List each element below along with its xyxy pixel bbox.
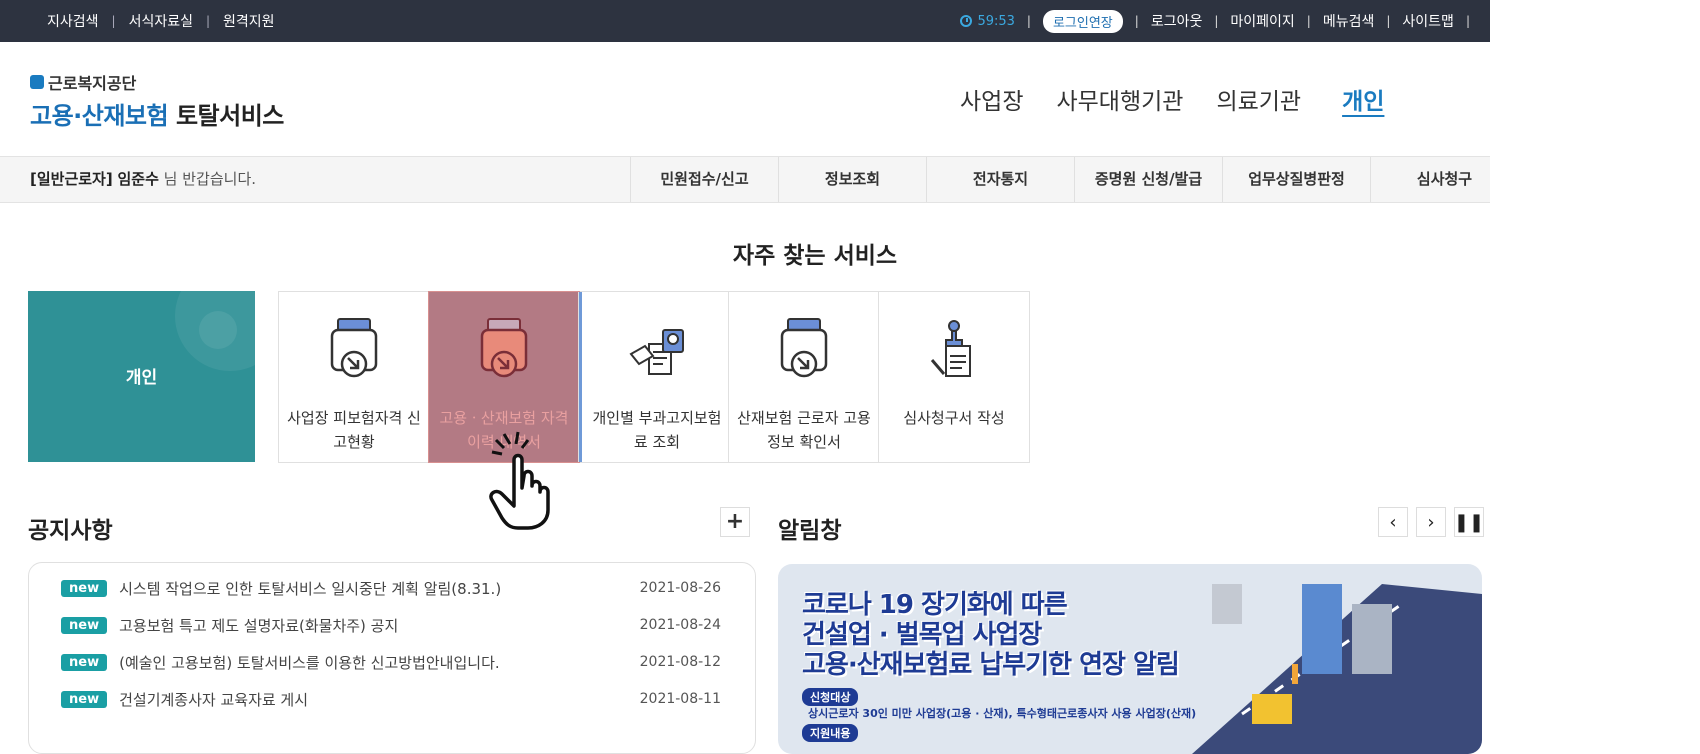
alarm-controls: ‹ › ❚❚	[1370, 507, 1484, 537]
document-search-icon	[629, 329, 684, 375]
service-name-primary: 고용·산재보험	[30, 102, 176, 130]
notice-item[interactable]: new 건설기계종사자 교육자료 게시 2021-08-11	[61, 684, 721, 714]
welcome-suffix: 님 반갑습니다.	[158, 170, 257, 188]
remote-support-link[interactable]: 원격지원	[223, 11, 275, 31]
sub-nav-bar: [일반근로자] 임준수 님 반갑습니다. 민원접수/신고 정보조회 전자통지 증…	[0, 156, 1490, 203]
site-logo[interactable]: 근로복지공단 고용·산재보험 토탈서비스	[30, 70, 284, 131]
banner-badge-target: 신청대상	[802, 688, 859, 706]
welcome-role: [일반근로자]	[30, 170, 113, 188]
inbox-arrow-icon	[480, 318, 528, 378]
inbox-arrow-icon	[780, 318, 828, 378]
construction-illustration	[1192, 584, 1482, 754]
notice-more-button[interactable]: +	[720, 507, 750, 537]
notice-title[interactable]: 건설기계종사자 교육자료 게시	[119, 689, 640, 710]
frequent-services-title: 자주 찾는 서비스	[732, 243, 898, 269]
menu-certificate[interactable]: 증명원 신청/발급	[1074, 157, 1222, 202]
banner-line-3: 고용·산재보험료 납부기한 연장 알림	[802, 650, 1180, 680]
new-badge: new	[61, 653, 108, 671]
service-premium-inquiry[interactable]: 개인별 부과고지보험료 조회	[579, 292, 729, 462]
logout-link[interactable]: 로그아웃	[1151, 11, 1203, 31]
hand-pointer-icon	[489, 431, 550, 530]
session-timer-value: 59:53	[977, 13, 1015, 29]
category-card-label: 개인	[125, 368, 158, 388]
alarm-section-title: 알림창	[778, 518, 842, 544]
notice-date: 2021-08-26	[639, 580, 721, 596]
service-label: 개인별 부과고지보험료 조회	[592, 409, 722, 451]
new-badge: new	[61, 690, 108, 708]
service-name-secondary: 토탈서비스	[175, 102, 284, 130]
service-label: 산재보험 근로자 고용정보 확인서	[737, 409, 871, 451]
gnb-agency[interactable]: 사무대행기관	[1056, 82, 1183, 116]
category-card-individual[interactable]: 개인	[28, 291, 255, 462]
notice-title[interactable]: 시스템 작업으로 인한 토탈서비스 일시중단 계획 알림(8.31.)	[119, 578, 640, 599]
menu-review-request[interactable]: 심사청구	[1370, 157, 1518, 202]
notice-date: 2021-08-11	[639, 691, 721, 707]
utility-links-right: 59:53 | 로그인연장 | 로그아웃 | 마이페이지 | 메뉴검색 | 사이…	[960, 0, 1482, 42]
welcome-user-name: 임준수	[117, 170, 159, 188]
menu-info-inquiry[interactable]: 정보조회	[778, 157, 926, 202]
mypage-link[interactable]: 마이페이지	[1230, 11, 1294, 31]
service-review-request-write[interactable]: 심사청구서 작성	[879, 292, 1029, 462]
global-nav: 사업장 사무대행기관 의료기관 개인	[960, 82, 1417, 116]
notice-date: 2021-08-24	[639, 617, 721, 633]
gnb-workplace[interactable]: 사업장	[960, 82, 1023, 116]
notice-item[interactable]: new 고용보험 특고 제도 설명자료(화물차주) 공지 2021-08-24	[61, 610, 721, 640]
service-label: 사업장 피보험자격 신고현황	[287, 409, 421, 451]
stamp-document-icon	[930, 320, 971, 377]
service-employment-info-confirm[interactable]: 산재보험 근로자 고용정보 확인서	[729, 292, 879, 462]
sitemap-link[interactable]: 사이트맵	[1402, 11, 1454, 31]
banner-badge-support: 지원내용	[802, 724, 859, 742]
notice-item[interactable]: new (예술인 고용보험) 토탈서비스를 이용한 신고방법안내입니다. 202…	[61, 647, 721, 677]
agency-logo-icon	[30, 75, 44, 89]
banner-target-text: 상시근로자 30인 미만 사업장(고용 · 산재), 특수형태근로종사자 사용 …	[808, 707, 1197, 720]
forms-library-link[interactable]: 서식자료실	[129, 11, 193, 31]
notice-title[interactable]: (예술인 고용보험) 토탈서비스를 이용한 신고방법안내입니다.	[119, 652, 640, 673]
notice-date: 2021-08-12	[639, 654, 721, 670]
service-workplace-insured-status[interactable]: 사업장 피보험자격 신고현황	[279, 292, 429, 462]
gnb-individual[interactable]: 개인	[1342, 82, 1384, 116]
notice-item[interactable]: new 시스템 작업으로 인한 토탈서비스 일시중단 계획 알림(8.31.) …	[61, 573, 721, 603]
agency-name: 근로복지공단	[48, 74, 137, 93]
pause-icon[interactable]: ❚❚	[1454, 507, 1484, 537]
new-badge: new	[61, 616, 108, 634]
clock-icon	[960, 15, 973, 27]
chevron-left-icon[interactable]: ‹	[1378, 507, 1408, 537]
top-utility-bar: 지사검색 | 서식자료실 | 원격지원 59:53 | 로그인연장 | 로그아웃…	[0, 0, 1490, 42]
alarm-banner[interactable]: 코로나 19 장기화에 따른 건설업 · 벌목업 사업장 고용·산재보험료 납부…	[778, 564, 1482, 754]
chevron-right-icon[interactable]: ›	[1416, 507, 1446, 537]
login-extend-button[interactable]: 로그인연장	[1042, 9, 1123, 33]
sub-nav-menus: 민원접수/신고 정보조회 전자통지 증명원 신청/발급 업무상질병판정 심사청구	[630, 157, 1518, 202]
session-timer: 59:53	[960, 13, 1015, 29]
menu-search-link[interactable]: 메뉴검색	[1323, 11, 1375, 31]
branch-search-link[interactable]: 지사검색	[47, 11, 99, 31]
utility-links-left: 지사검색 | 서식자료실 | 원격지원	[47, 0, 275, 42]
notice-list: new 시스템 작업으로 인한 토탈서비스 일시중단 계획 알림(8.31.) …	[28, 562, 756, 754]
inbox-arrow-icon	[330, 318, 378, 378]
gnb-medical[interactable]: 의료기관	[1216, 82, 1301, 116]
new-badge: new	[61, 579, 108, 597]
frequent-services-grid: 사업장 피보험자격 신고현황 고용ㆍ산재보험 자격 이력 내역서 개인별 부과고…	[278, 291, 1030, 463]
menu-civil-report[interactable]: 민원접수/신고	[630, 157, 778, 202]
welcome-message: [일반근로자] 임준수 님 반갑습니다.	[30, 157, 256, 202]
menu-e-notice[interactable]: 전자통지	[926, 157, 1074, 202]
menu-disease-judgment[interactable]: 업무상질병판정	[1222, 157, 1370, 202]
service-label: 심사청구서 작성	[903, 409, 1005, 427]
notice-section-title: 공지사항	[28, 518, 113, 544]
notice-title[interactable]: 고용보험 특고 제도 설명자료(화물차주) 공지	[119, 615, 640, 636]
